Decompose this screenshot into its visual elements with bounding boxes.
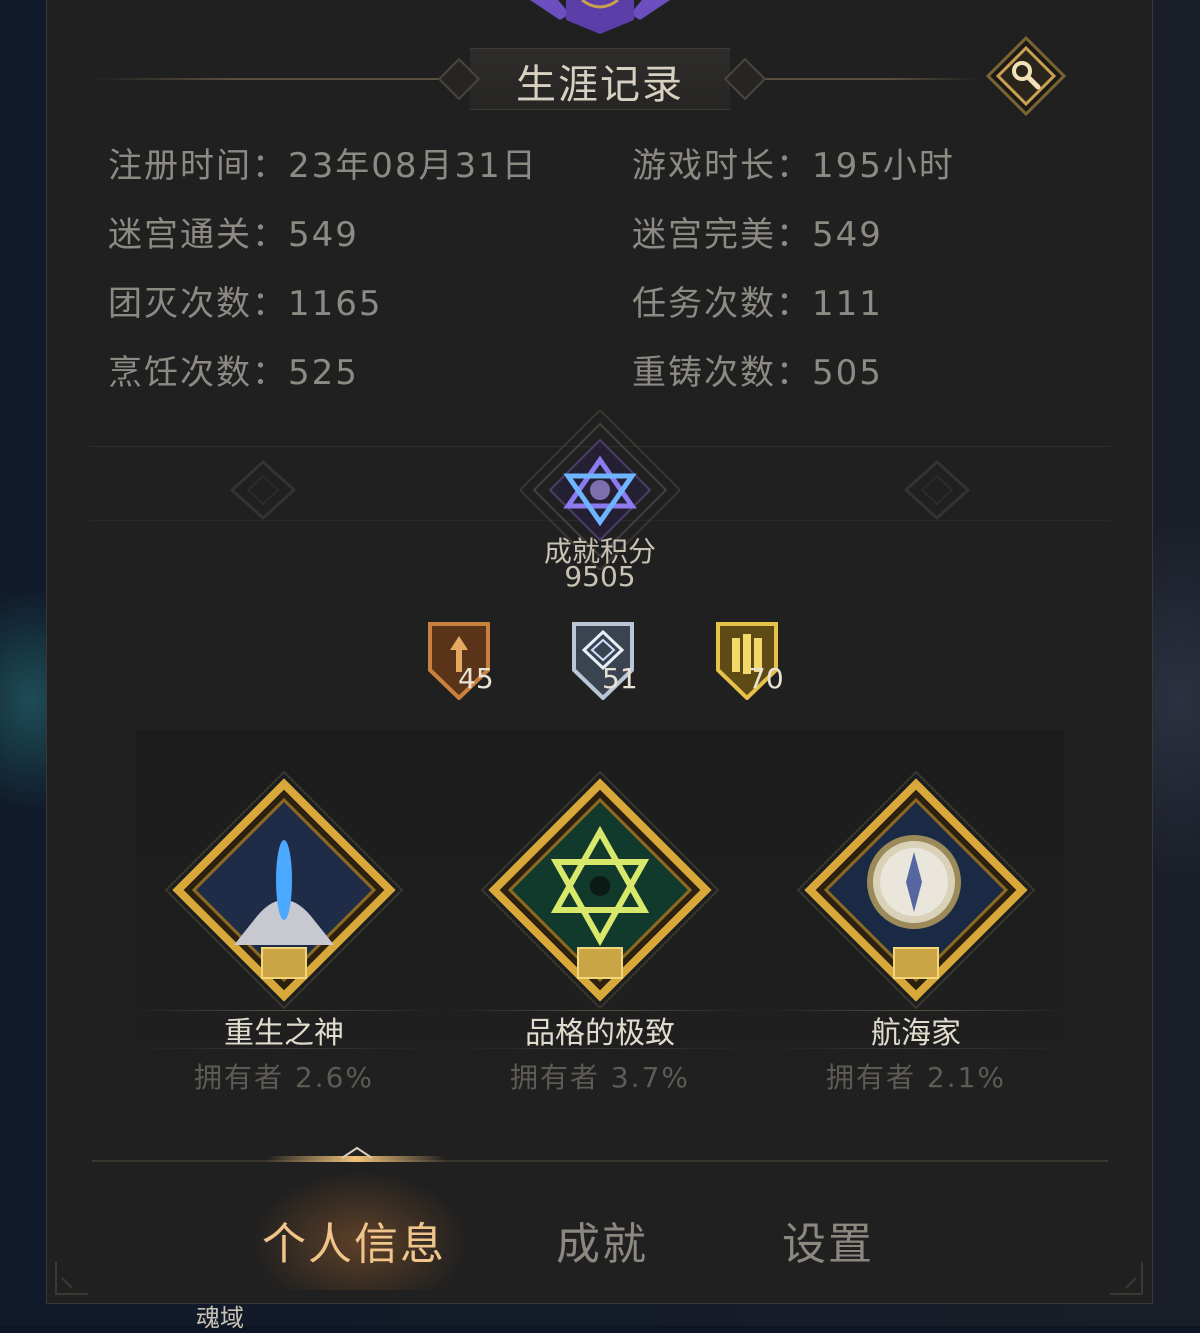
featured-name-1: 重生之神 xyxy=(224,1016,344,1051)
page-title: 生涯记录 xyxy=(516,62,684,108)
stat-register-time: 注册时间：23年08月31日 xyxy=(108,146,538,186)
stat-team-wipes: 团灭次数：1165 xyxy=(108,284,383,324)
stat-reforge: 重铸次数：505 xyxy=(632,353,883,393)
guild-emblem-icon xyxy=(530,0,670,34)
featured-name-2: 品格的极致 xyxy=(525,1016,675,1051)
achievement-score-value: 9505 xyxy=(564,560,636,593)
stat-cooking: 烹饪次数：525 xyxy=(108,353,359,393)
ornament-left-icon xyxy=(229,459,297,521)
rebirth-god-achievement-icon[interactable] xyxy=(164,770,404,1010)
search-button[interactable] xyxy=(986,36,1066,116)
featured-owners-2: 拥有者 3.7% xyxy=(509,1061,691,1094)
stat-maze-clears: 迷宫通关：549 xyxy=(108,215,359,255)
ornament-right-icon xyxy=(903,459,971,521)
corner-ornament-left-icon xyxy=(55,1262,88,1295)
stat-quests: 任务次数：111 xyxy=(632,284,883,324)
header-divider-right xyxy=(750,78,980,80)
featured-owners-3: 拥有者 2.1% xyxy=(825,1061,1007,1094)
featured-owners-1: 拥有者 2.6% xyxy=(193,1061,375,1094)
tab-caret-icon xyxy=(341,1146,373,1159)
gold-badge-count: 70 xyxy=(748,662,784,695)
featured-name-3: 航海家 xyxy=(871,1016,961,1051)
header-divider-left xyxy=(90,78,450,80)
stat-play-time: 游戏时长：195小时 xyxy=(632,146,955,186)
corner-ornament-right-icon xyxy=(1110,1262,1143,1295)
tab-personal-info[interactable]: 个人信息 xyxy=(262,1208,446,1272)
virtue-achievement-icon[interactable] xyxy=(480,770,720,1010)
tab-achievements[interactable]: 成就 xyxy=(556,1208,648,1272)
tab-settings[interactable]: 设置 xyxy=(782,1208,874,1272)
stat-maze-perfect: 迷宫完美：549 xyxy=(632,215,883,255)
silver-badge-count: 51 xyxy=(602,662,638,695)
navigator-compass-achievement-icon[interactable] xyxy=(796,770,1036,1010)
bronze-badge-count: 45 xyxy=(458,662,494,695)
tab-bar-divider xyxy=(92,1160,1108,1162)
